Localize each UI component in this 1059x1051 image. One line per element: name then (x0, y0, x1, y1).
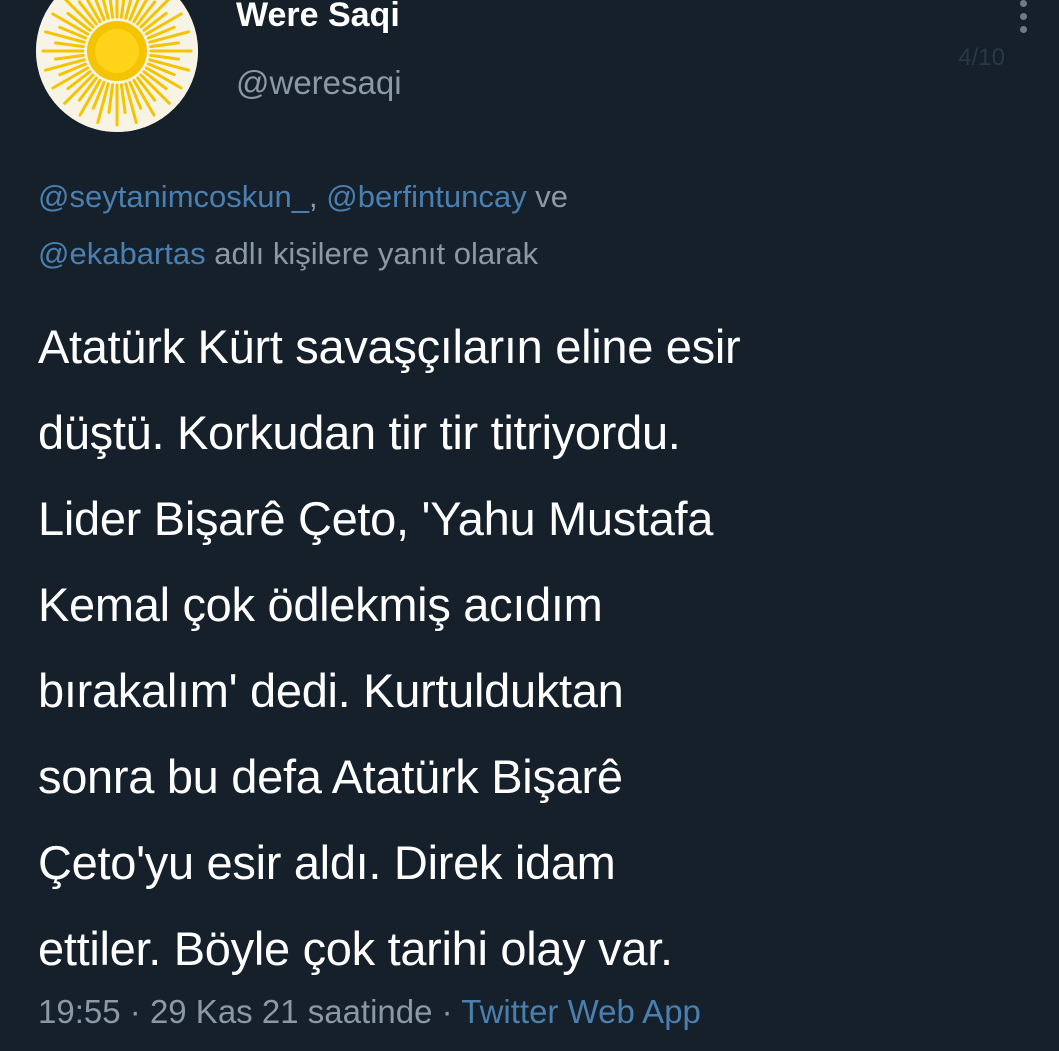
more-dot (1019, 13, 1027, 20)
tweet-line: bırakalım' dedi. Kurtulduktan (38, 664, 624, 717)
tweet-line: Çeto'yu esir aldı. Direk idam (38, 836, 616, 889)
page-counter: 4/10 (958, 44, 1005, 71)
avatar[interactable] (36, 0, 198, 132)
tweet-line: sonra bu defa Atatürk Bişarê (38, 750, 623, 803)
sun-avatar-icon (36, 0, 198, 132)
tweet-line: ettiler. Böyle çok tarihi olay var. (38, 922, 673, 975)
meta-dot: · (441, 993, 453, 1030)
source-link[interactable]: Twitter Web App (461, 993, 701, 1030)
reply-context: @seytanimcoskun_, @berfintuncay ve @ekab… (38, 168, 998, 282)
reply-context-suffix: adlı kişilere yanıt olarak (214, 236, 539, 271)
display-name[interactable]: Were Saqi (236, 0, 400, 35)
tweet-line: düştü. Korkudan tir tir titriyordu. (38, 406, 681, 459)
tweet-line: Lider Bişarê Çeto, 'Yahu Mustafa (38, 492, 714, 545)
tweet-line: Atatürk Kürt savaşçıların eline esir (38, 320, 741, 373)
user-handle[interactable]: @weresaqi (236, 64, 402, 102)
mention-link[interactable]: @ekabartas (38, 236, 206, 271)
tweet-time[interactable]: 19:55 (38, 993, 121, 1030)
more-options-icon[interactable] (1011, 0, 1035, 44)
meta-dot: · (129, 993, 141, 1030)
tweet-date[interactable]: 29 Kas 21 saatinde (150, 993, 433, 1030)
mention-link[interactable]: @seytanimcoskun_ (38, 179, 309, 214)
tweet-text: Atatürk Kürt savaşçıların eline esir düş… (38, 304, 1048, 992)
mention-link[interactable]: @berfintuncay (326, 179, 526, 214)
mention-separator: , (308, 179, 318, 214)
more-dot (1019, 26, 1027, 33)
tweet-meta: 19:55 · 29 Kas 21 saatinde · Twitter Web… (38, 993, 701, 1031)
tweet-line: Kemal çok ödlekmiş acıdım (38, 578, 603, 631)
more-dot (1019, 0, 1027, 7)
mention-conjunction: ve (535, 179, 568, 214)
